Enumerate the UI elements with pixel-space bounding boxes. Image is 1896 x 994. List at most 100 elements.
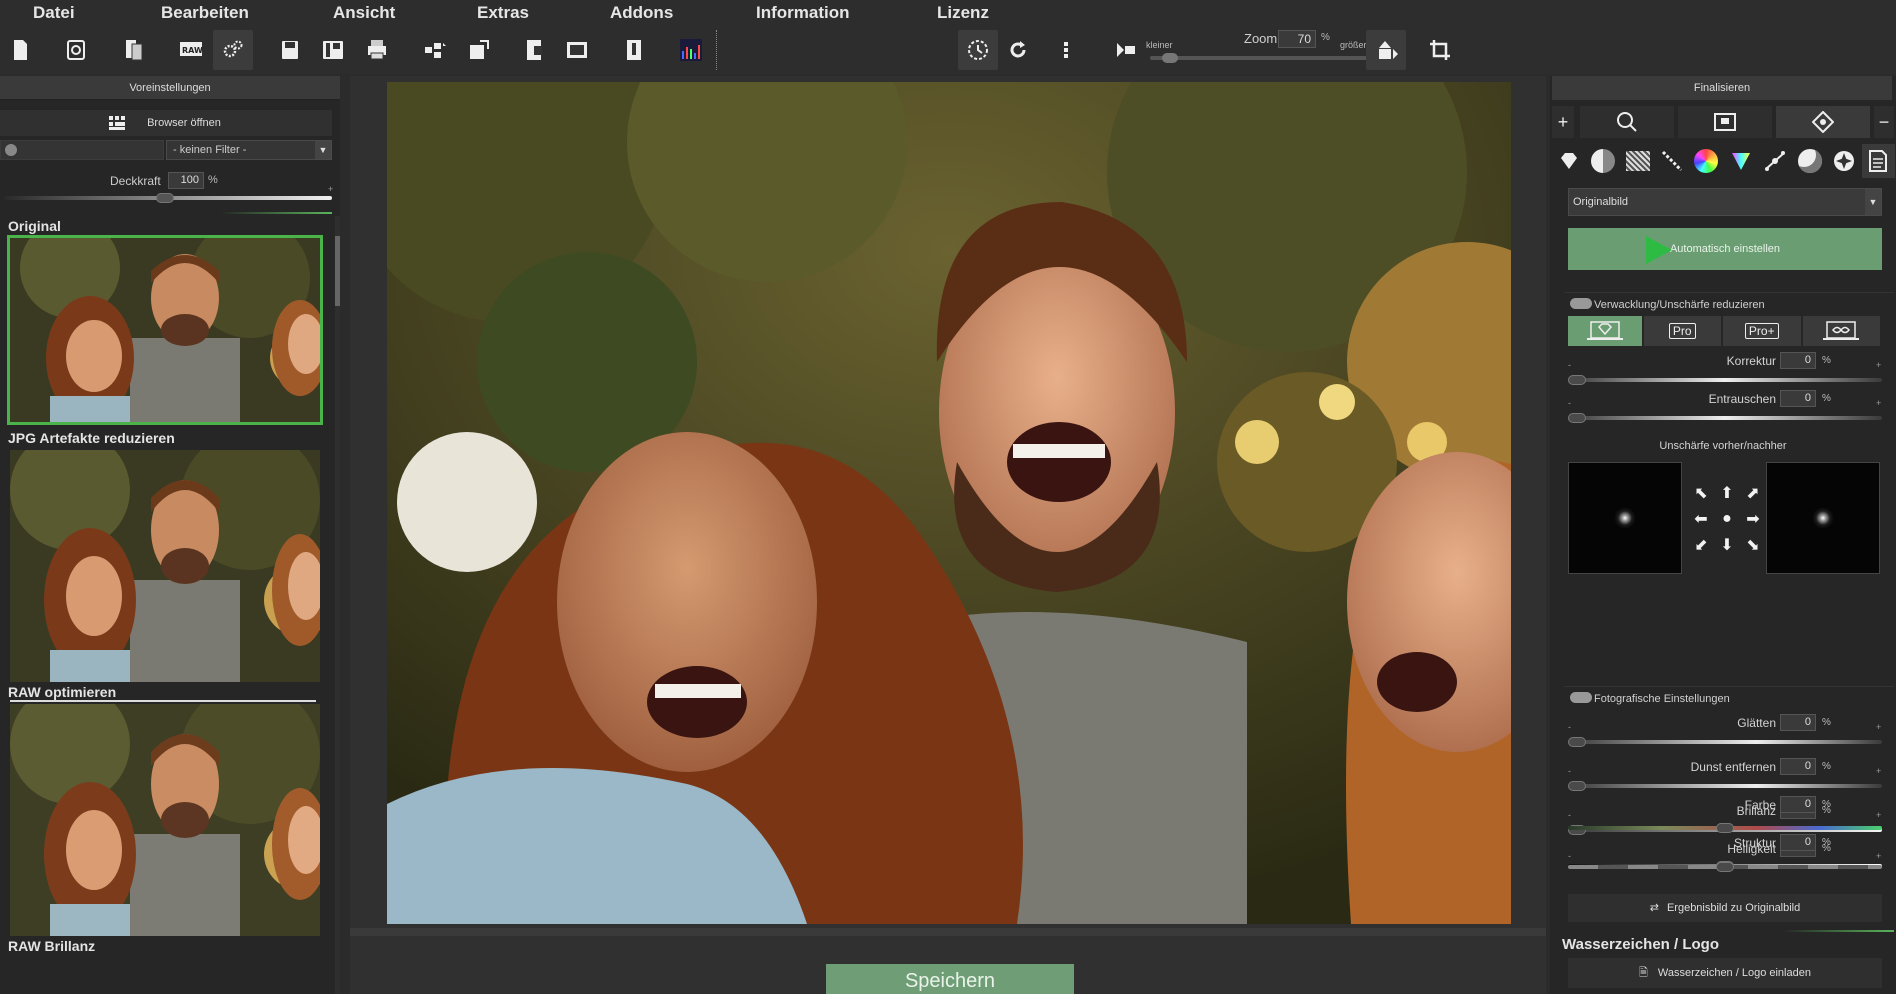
entrauschen-slider-thumb[interactable]	[1568, 413, 1586, 423]
tab-frame[interactable]	[1678, 106, 1772, 138]
tab-search[interactable]	[1580, 106, 1674, 138]
arrow-down-right-icon[interactable]: ⬊	[1740, 532, 1766, 558]
zoom-slider-thumb[interactable]	[1162, 53, 1178, 63]
timer-icon[interactable]	[958, 30, 998, 70]
menu-extras[interactable]: Extras	[477, 3, 529, 23]
save-as-icon[interactable]	[313, 30, 353, 70]
new-file-icon[interactable]	[0, 30, 40, 70]
korrektur-slider-thumb[interactable]	[1568, 375, 1586, 385]
arrow-up-left-icon[interactable]: ⬉	[1688, 480, 1714, 506]
brillanz-slider[interactable]	[1568, 828, 1882, 832]
glaetten-label: Glätten	[1737, 716, 1776, 730]
lens-blur-icon[interactable]	[1793, 144, 1826, 178]
zoom-value-field[interactable]: 70	[1278, 30, 1316, 48]
split-view-icon[interactable]	[557, 30, 597, 70]
document-icon[interactable]	[1861, 144, 1896, 178]
tab-finalize[interactable]	[1776, 106, 1870, 138]
arrow-up-icon[interactable]: ⬆	[1714, 480, 1740, 506]
grid-list-icon	[109, 116, 125, 130]
menu-datei[interactable]: Datei	[33, 3, 75, 23]
preset-search-input[interactable]	[0, 140, 164, 160]
save-button[interactable]: Speichern	[826, 964, 1074, 994]
mode-pro-plus[interactable]: Pro+	[1723, 316, 1801, 346]
helligkeit-field[interactable]: 0	[1780, 840, 1816, 857]
save-icon[interactable]	[270, 30, 310, 70]
glaetten-field[interactable]: 0	[1780, 714, 1816, 731]
preset-thumb-original[interactable]	[7, 235, 323, 425]
photo-thumbnail	[10, 704, 320, 936]
opacity-slider-thumb[interactable]	[156, 193, 174, 203]
crop-rotate-icon[interactable]	[1420, 30, 1460, 70]
eye-toggle-icon[interactable]	[1570, 692, 1592, 703]
preset-list-scrollbar[interactable]	[335, 216, 340, 994]
export-icon[interactable]	[459, 30, 499, 70]
add-icon[interactable]: +	[1552, 106, 1574, 138]
noise-icon[interactable]	[1621, 144, 1654, 178]
batch-icon[interactable]	[415, 30, 455, 70]
menu-addons[interactable]: Addons	[610, 3, 673, 23]
mode-standard[interactable]	[1568, 316, 1642, 346]
history-icon[interactable]	[56, 30, 96, 70]
diamond-icon	[1812, 111, 1834, 133]
korrektur-slider[interactable]	[1568, 378, 1882, 382]
source-image-select[interactable]: Originalbild ▼	[1568, 188, 1882, 216]
info-icon[interactable]	[614, 30, 654, 70]
document-list-icon[interactable]	[114, 30, 154, 70]
zoom-smaller-label: kleiner	[1146, 40, 1173, 50]
browser-open-button[interactable]: Browser öffnen	[0, 110, 332, 136]
menu-bearbeiten[interactable]: Bearbeiten	[161, 3, 249, 23]
arrow-right-icon[interactable]: ➡	[1740, 506, 1766, 532]
helligkeit-unit: %	[1822, 843, 1831, 854]
glaetten-slider[interactable]	[1568, 740, 1882, 744]
curve-icon[interactable]	[1758, 144, 1791, 178]
preset-thumb-raw-optimize[interactable]	[10, 704, 320, 936]
sharpen-icon[interactable]	[1655, 144, 1688, 178]
main-photo[interactable]	[387, 82, 1511, 924]
farbe-field[interactable]: 0	[1780, 796, 1816, 813]
korrektur-field[interactable]: 0	[1780, 352, 1816, 369]
print-icon[interactable]	[357, 30, 397, 70]
chevron-down-icon[interactable]: ▼	[315, 141, 331, 159]
mode-pro[interactable]: Pro	[1643, 316, 1722, 346]
dunst-field[interactable]: 0	[1780, 758, 1816, 775]
remove-icon[interactable]: −	[1874, 106, 1894, 138]
entrauschen-slider[interactable]	[1568, 416, 1882, 420]
menu-information[interactable]: Information	[756, 3, 850, 23]
dunst-slider-thumb[interactable]	[1568, 781, 1586, 791]
prism-icon[interactable]	[1724, 144, 1757, 178]
settings-gears-icon[interactable]	[213, 30, 253, 70]
zoom-slider[interactable]	[1150, 56, 1368, 60]
compare-icon[interactable]	[515, 30, 555, 70]
color-wheel-icon[interactable]	[1690, 144, 1723, 178]
preset-thumb-jpg[interactable]	[10, 450, 320, 682]
arrow-up-right-icon[interactable]: ⬈	[1740, 480, 1766, 506]
contrast-icon[interactable]	[1586, 144, 1619, 178]
entrauschen-field[interactable]: 0	[1780, 390, 1816, 407]
arrow-left-icon[interactable]: ⬅	[1688, 506, 1714, 532]
vertical-dots-icon[interactable]	[1046, 30, 1086, 70]
farbe-label: Farbe	[1744, 798, 1776, 812]
zoom-out-icon[interactable]	[1106, 30, 1146, 70]
menu-ansicht[interactable]: Ansicht	[333, 3, 395, 23]
center-dot-icon[interactable]: ●	[1714, 506, 1740, 532]
tool-icon-row	[1552, 144, 1896, 178]
raw-icon[interactable]: RAW	[171, 30, 211, 70]
helligkeit-slider-thumb[interactable]	[1716, 861, 1734, 871]
menu-lizenz[interactable]: Lizenz	[937, 3, 989, 23]
aperture-icon[interactable]	[1827, 144, 1860, 178]
auto-adjust-button[interactable]: Automatisch einstellen	[1568, 228, 1882, 270]
opacity-field[interactable]: 100	[168, 172, 204, 189]
brillanz-slider-thumb[interactable]	[1568, 825, 1586, 835]
filter-select[interactable]: - keinen Filter - ▼	[166, 140, 332, 160]
eye-toggle-icon[interactable]	[1570, 298, 1592, 309]
glaetten-slider-thumb[interactable]	[1568, 737, 1586, 747]
histogram-icon[interactable]	[671, 30, 711, 70]
mode-infinity[interactable]	[1802, 316, 1881, 346]
arrow-down-icon[interactable]: ⬇	[1714, 532, 1740, 558]
arrow-down-left-icon[interactable]: ⬋	[1688, 532, 1714, 558]
dunst-slider[interactable]	[1568, 784, 1882, 788]
gem-icon[interactable]	[1552, 144, 1585, 178]
zoom-in-icon[interactable]	[1366, 30, 1406, 70]
chevron-down-icon[interactable]: ▼	[1865, 189, 1881, 215]
redo-icon[interactable]	[998, 30, 1038, 70]
